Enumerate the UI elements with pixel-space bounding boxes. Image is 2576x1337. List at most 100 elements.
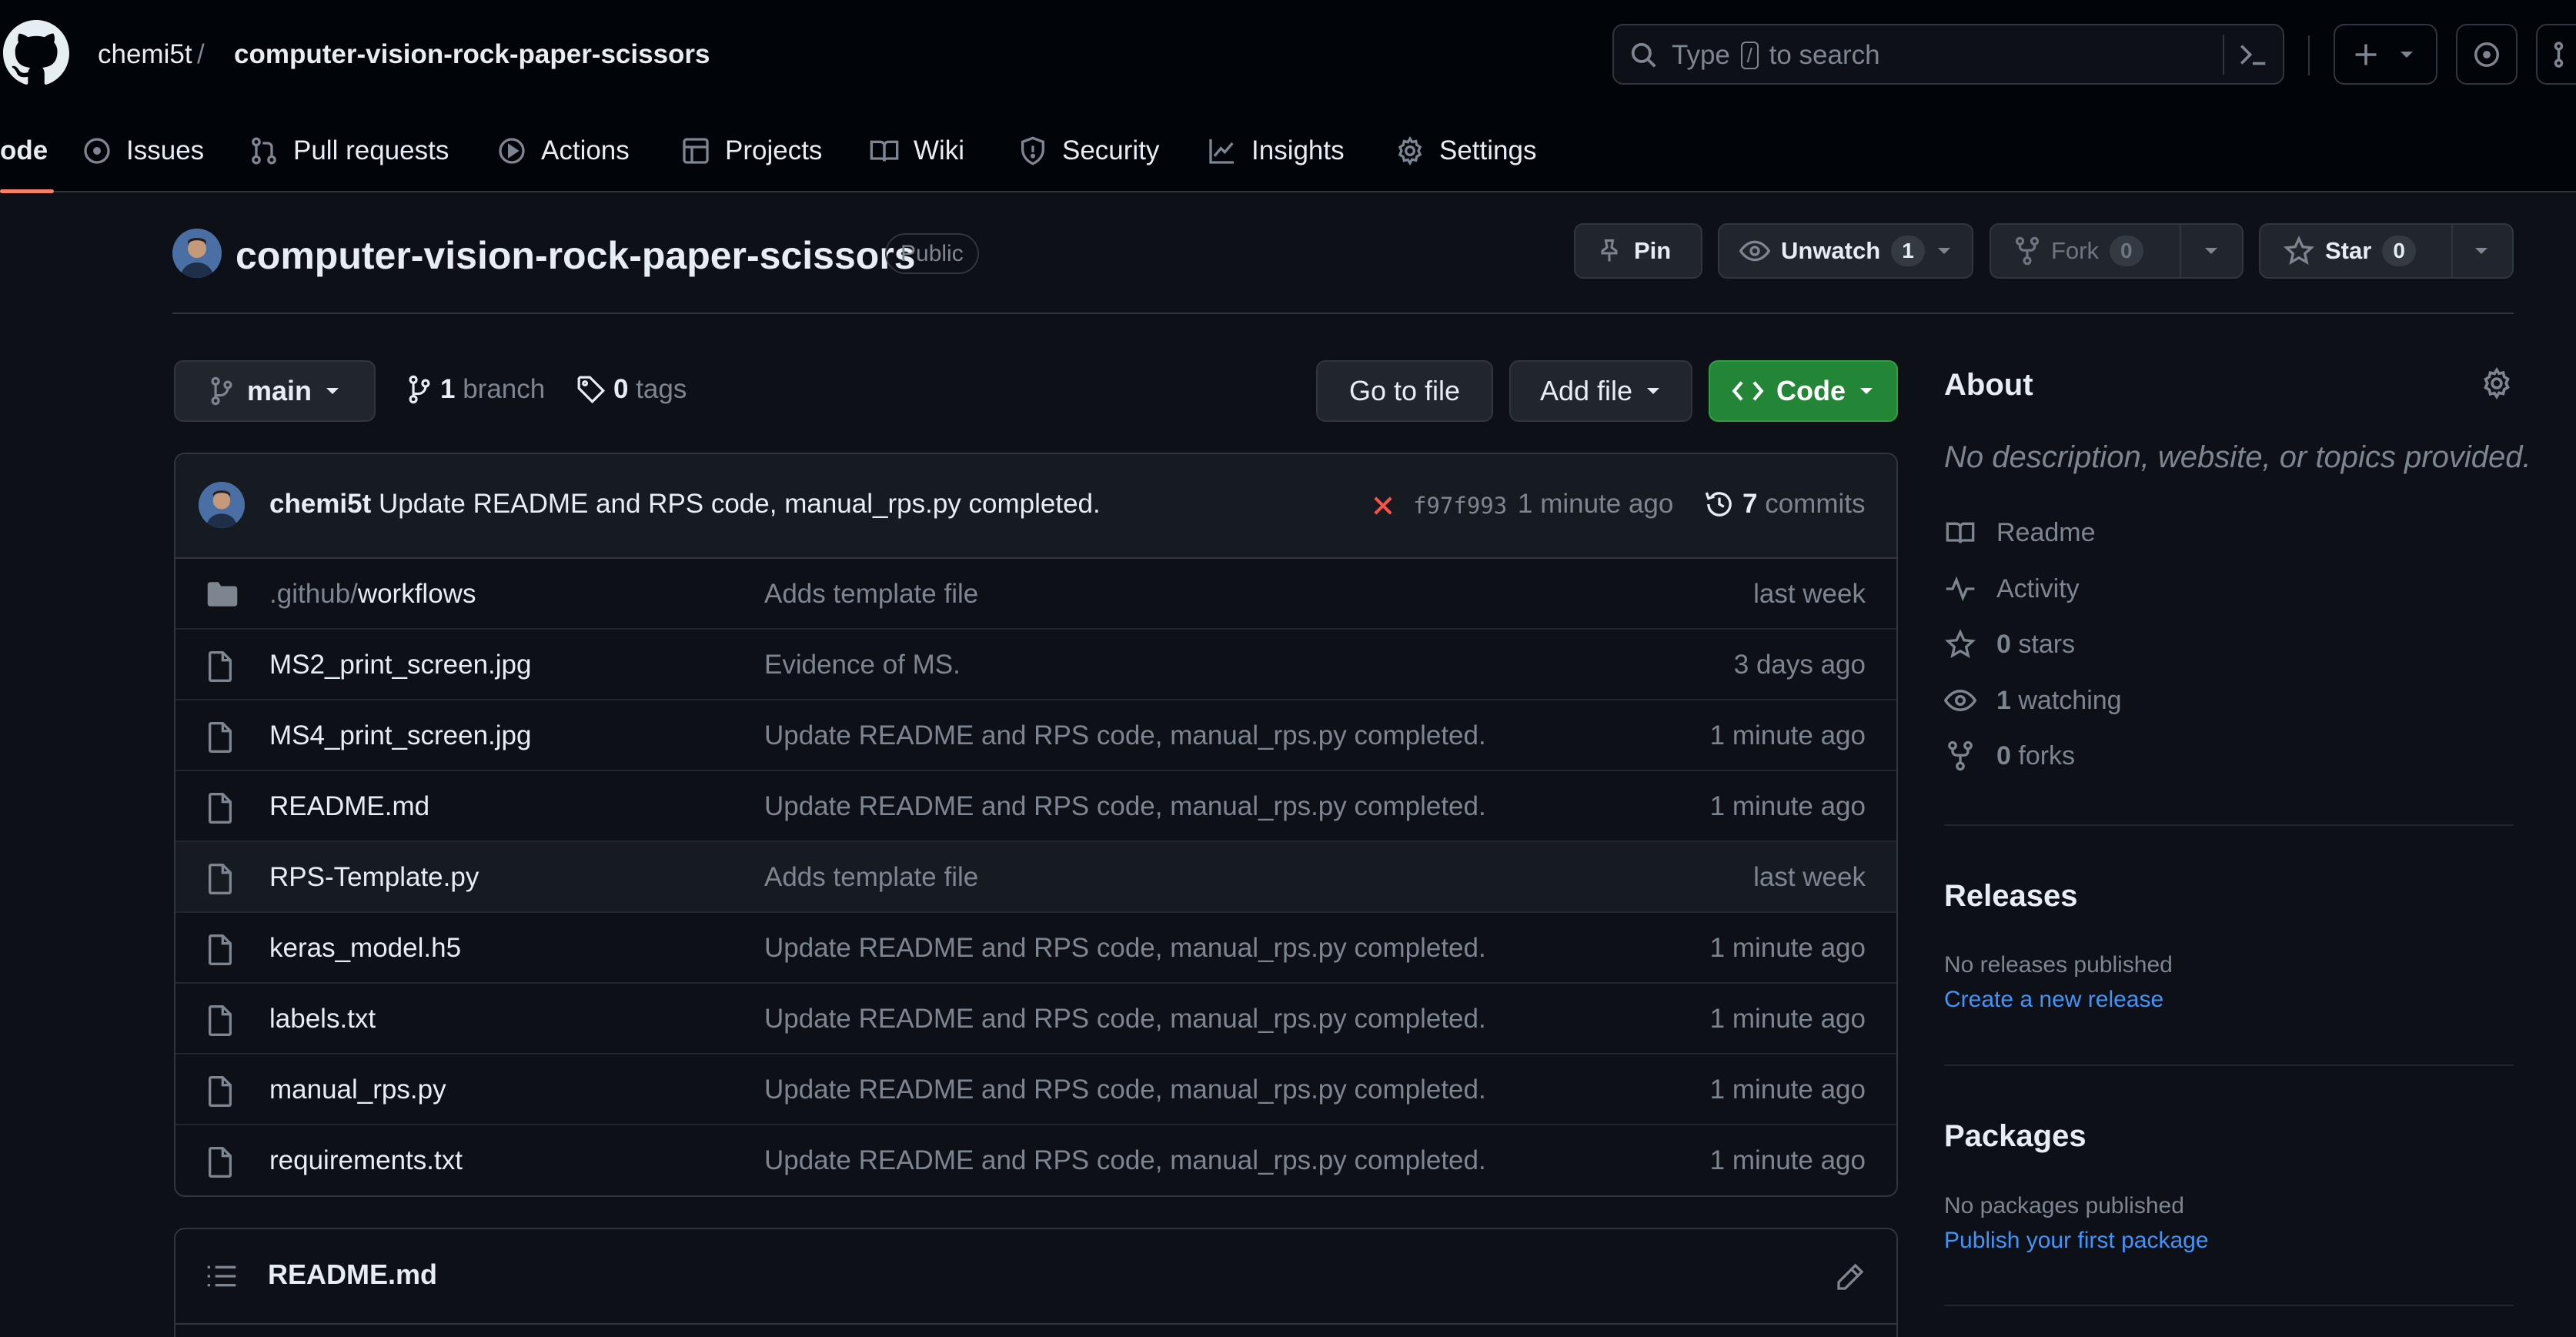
- file-row[interactable]: README.md Update README and RPS code, ma…: [175, 771, 1896, 842]
- unwatch-button[interactable]: Unwatch 1: [1718, 223, 1973, 279]
- readme-link[interactable]: Readme: [1944, 517, 2096, 548]
- readme-title[interactable]: README.md: [268, 1258, 437, 1291]
- play-icon: [499, 138, 525, 164]
- file-row[interactable]: requirements.txt Update README and RPS c…: [175, 1125, 1896, 1195]
- activity-link[interactable]: Activity: [1944, 573, 2080, 604]
- gear-icon[interactable]: [2480, 366, 2514, 400]
- latest-commit-message[interactable]: chemi5t Update README and RPS code, manu…: [269, 489, 1101, 520]
- fork-button[interactable]: Fork 0: [1990, 223, 2244, 279]
- file-commit-message[interactable]: Adds template file: [764, 579, 978, 610]
- go-to-file-button[interactable]: Go to file: [1316, 360, 1493, 422]
- packages-title[interactable]: Packages: [1944, 1119, 2087, 1154]
- commit-author-avatar[interactable]: [199, 482, 245, 528]
- list-icon[interactable]: [206, 1263, 237, 1289]
- file-name[interactable]: README.md: [269, 791, 429, 822]
- breadcrumb-owner[interactable]: chemi5t: [98, 37, 192, 72]
- tab-issues[interactable]: Issues: [82, 129, 204, 172]
- chevron-down-icon: [1937, 248, 1950, 254]
- file-commit-message[interactable]: Update README and RPS code, manual_rps.p…: [764, 1004, 1486, 1035]
- search-placeholder: Type / to search: [1672, 40, 1880, 70]
- tab-code[interactable]: ode: [0, 129, 48, 172]
- about-title: About: [1944, 368, 2033, 402]
- tags-link[interactable]: 0 tags: [576, 374, 687, 405]
- fork-dropdown[interactable]: [2181, 225, 2237, 277]
- file-name[interactable]: requirements.txt: [269, 1145, 463, 1176]
- command-palette-icon[interactable]: [2237, 41, 2268, 69]
- branch-select-button[interactable]: main: [174, 360, 376, 422]
- sidebar-divider: [1944, 824, 2514, 826]
- pin-button[interactable]: Pin: [1574, 223, 1702, 279]
- owner-avatar[interactable]: [172, 229, 222, 278]
- folder-name[interactable]: workflows: [358, 579, 476, 609]
- repo-title[interactable]: computer-vision-rock-paper-scissors: [236, 232, 916, 279]
- releases-title[interactable]: Releases: [1944, 879, 2077, 914]
- your-issues-button[interactable]: [2456, 24, 2518, 85]
- tab-pull-requests-label: Pull requests: [293, 135, 449, 165]
- folder-prefix[interactable]: .github/: [269, 579, 358, 609]
- file-row[interactable]: MS2_print_screen.jpg Evidence of MS. 3 d…: [175, 630, 1896, 700]
- branches-link[interactable]: 1 branch: [406, 374, 545, 405]
- code-button[interactable]: Code: [1709, 360, 1898, 422]
- file-commit-message[interactable]: Update README and RPS code, manual_rps.p…: [764, 1145, 1486, 1176]
- create-new-button[interactable]: [2334, 24, 2437, 85]
- file-name[interactable]: labels.txt: [269, 1004, 376, 1035]
- tab-actions[interactable]: Actions: [496, 129, 630, 172]
- file-commit-message[interactable]: Adds template file: [764, 862, 978, 893]
- create-release-link[interactable]: Create a new release: [1944, 987, 2163, 1013]
- file-name[interactable]: keras_model.h5: [269, 933, 461, 964]
- search-input[interactable]: Type / to search: [1612, 24, 2284, 85]
- file-row[interactable]: keras_model.h5 Update README and RPS cod…: [175, 913, 1896, 984]
- file-commit-message[interactable]: Update README and RPS code, manual_rps.p…: [764, 1075, 1486, 1105]
- tab-settings[interactable]: Settings: [1395, 129, 1536, 172]
- file-commit-message[interactable]: Evidence of MS.: [764, 650, 961, 680]
- table-icon: [683, 138, 709, 164]
- commits-history-link[interactable]: 7 commits: [1704, 489, 1865, 520]
- breadcrumb-repo[interactable]: computer-vision-rock-paper-scissors: [234, 37, 710, 72]
- fork-icon: [2015, 236, 2040, 266]
- file-row[interactable]: labels.txt Update README and RPS code, m…: [175, 984, 1896, 1055]
- packages-empty-text: No packages published: [1944, 1193, 2184, 1218]
- file-name[interactable]: MS2_print_screen.jpg: [269, 650, 531, 680]
- star-dropdown[interactable]: [2453, 225, 2507, 277]
- tab-security[interactable]: Security: [1017, 129, 1159, 172]
- tag-label: tags: [636, 374, 687, 404]
- your-pull-requests-button[interactable]: [2536, 24, 2576, 85]
- commit-sha[interactable]: f97f993: [1413, 493, 1507, 519]
- status-fail-icon[interactable]: [1370, 493, 1396, 519]
- search-divider: [2223, 35, 2224, 75]
- add-file-button[interactable]: Add file: [1509, 360, 1692, 422]
- file-icon: [209, 864, 232, 894]
- commit-message-text[interactable]: Update README and RPS code, manual_rps.p…: [379, 489, 1101, 519]
- history-icon: [1705, 492, 1732, 516]
- file-name[interactable]: manual_rps.py: [269, 1075, 446, 1105]
- file-name[interactable]: MS4_print_screen.jpg: [269, 720, 531, 751]
- tab-code-label: ode: [0, 135, 48, 165]
- publish-package-link[interactable]: Publish your first package: [1944, 1228, 2209, 1254]
- star-icon: [2284, 236, 2314, 265]
- watching-link[interactable]: 1 watching: [1944, 685, 2122, 716]
- file-commit-message[interactable]: Update README and RPS code, manual_rps.p…: [764, 933, 1486, 964]
- commit-author[interactable]: chemi5t: [269, 489, 371, 519]
- stars-link[interactable]: 0 stars: [1944, 629, 2075, 660]
- tab-insights[interactable]: Insights: [1207, 129, 1345, 172]
- file-name[interactable]: RPS-Template.py: [269, 862, 479, 893]
- tab-pull-requests[interactable]: Pull requests: [249, 129, 449, 172]
- forks-link[interactable]: 0 forks: [1944, 740, 2075, 771]
- file-commit-message[interactable]: Update README and RPS code, manual_rps.p…: [764, 791, 1486, 822]
- stars-label: stars: [2018, 629, 2076, 659]
- sidebar-divider: [1944, 1305, 2514, 1306]
- file-row[interactable]: MS4_print_screen.jpg Update README and R…: [175, 700, 1896, 771]
- pencil-icon[interactable]: [1835, 1262, 1866, 1292]
- activity-link-label: Activity: [1996, 573, 2080, 603]
- file-row[interactable]: .github/workflows Adds template file las…: [175, 559, 1896, 630]
- file-row[interactable]: manual_rps.py Update README and RPS code…: [175, 1055, 1896, 1125]
- star-button[interactable]: Star 0: [2259, 223, 2514, 279]
- tab-wiki[interactable]: Wiki: [869, 129, 964, 172]
- tab-projects[interactable]: Projects: [680, 129, 822, 172]
- file-row[interactable]: RPS-Template.py Adds template file last …: [175, 842, 1896, 913]
- github-logo-icon[interactable]: [3, 20, 69, 86]
- file-commit-message[interactable]: Update README and RPS code, manual_rps.p…: [764, 720, 1486, 751]
- file-name[interactable]: .github/workflows: [269, 579, 476, 610]
- pin-icon: [1601, 239, 1618, 262]
- book-icon: [870, 140, 899, 162]
